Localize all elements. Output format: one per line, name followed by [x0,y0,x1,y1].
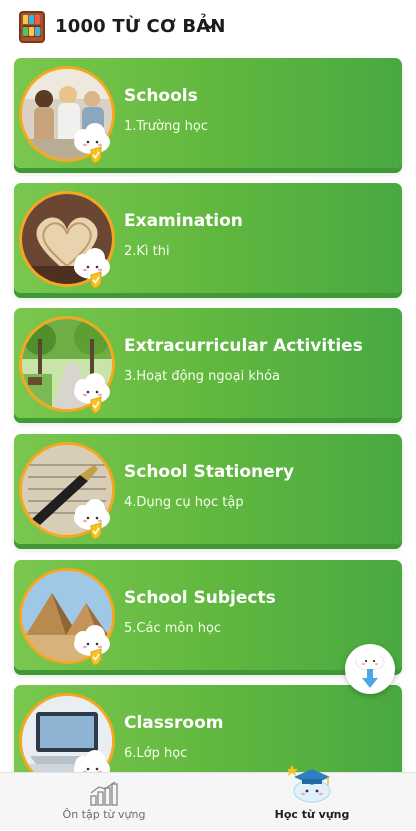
tab-learn-vocabulary[interactable]: Học từ vựng [208,765,416,831]
lesson-title: Examination [124,211,243,231]
cloud-mascot-badge-icon [74,625,110,666]
lesson-subtitle: 4.Dụng cụ học tập [124,495,244,510]
cloud-mascot-badge-icon [74,750,110,772]
cloud-mascot-badge-icon [74,499,110,540]
scroll-down-button[interactable] [345,644,395,694]
lesson-title: School Subjects [124,588,276,608]
graduation-cap-icon [288,765,331,803]
bar-chart-icon [90,781,118,806]
lesson-card-schools[interactable]: Schools 1.Trường học [14,58,402,168]
cloud-mascot-badge-icon [74,123,110,164]
lesson-subtitle: 6.Lớp học [124,746,188,761]
lesson-subtitle: 5.Các môn học [124,621,222,636]
cloud-arrow-down-icon [355,648,385,688]
lesson-title: Classroom [124,713,224,733]
lesson-subtitle: 3.Hoạt động ngoại khóa [124,369,280,384]
lesson-title: Schools [124,86,198,106]
cloud-mascot-badge-icon [74,248,110,289]
lesson-card-examination[interactable]: Examination 2.Kì thi [14,183,402,293]
lesson-title: Extracurricular Activities [124,336,363,356]
lesson-subtitle: 2.Kì thi [124,244,170,259]
lesson-card-classroom[interactable]: Classroom 6.Lớp học [14,685,402,772]
cloud-mascot-badge-icon [74,373,110,414]
lesson-card-school-stationery[interactable]: School Stationery 4.Dụng cụ học tập [14,434,402,544]
lesson-title: School Stationery [124,462,295,482]
lesson-subtitle: 1.Trường học [124,119,208,134]
bottom-nav: Ôn tập từ vựng Học từ vựng [0,765,416,831]
lesson-card-school-subjects[interactable]: School Subjects 5.Các môn học [14,560,402,670]
lesson-card-extracurricular-activities[interactable]: Extracurricular Activities 3.Hoạt động n… [14,308,402,418]
tab-label: Ôn tập từ vựng [62,808,146,821]
tab-review-vocabulary[interactable]: Ôn tập từ vựng [0,773,208,831]
tab-label: Học từ vựng [274,808,350,821]
